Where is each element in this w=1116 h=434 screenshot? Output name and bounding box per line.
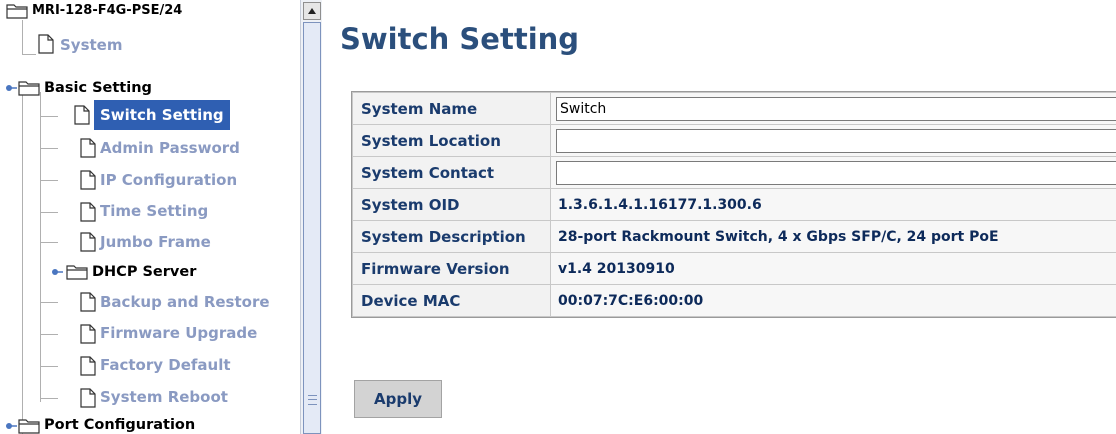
field-value-cell — [550, 124, 1116, 157]
tree-line — [40, 398, 58, 399]
collapsed-toggle-icon[interactable] — [4, 420, 18, 432]
page-icon — [80, 292, 96, 312]
table-row: Device MAC 00:07:7C:E6:00:00 — [352, 284, 1116, 317]
page-icon — [80, 324, 96, 344]
folder-icon — [6, 4, 28, 19]
tree-line — [40, 92, 41, 402]
scroll-up-button[interactable] — [303, 2, 321, 20]
tree-line — [40, 180, 58, 181]
expanded-toggle-icon[interactable] — [4, 82, 18, 94]
tree-line — [22, 20, 23, 54]
field-label: Device MAC — [352, 284, 551, 317]
tree-item-label: Switch Setting — [94, 100, 230, 130]
tree-line — [40, 148, 58, 149]
folder-icon — [18, 81, 40, 96]
system-oid-value: 1.3.6.1.4.1.16177.1.300.6 — [550, 188, 1116, 221]
system-name-input[interactable] — [556, 96, 1116, 121]
apply-button[interactable]: Apply — [354, 380, 442, 418]
tree-item-label: Admin Password — [100, 139, 240, 157]
tree-item-label: System — [60, 36, 123, 54]
page-icon — [80, 356, 96, 376]
field-label: Firmware Version — [352, 252, 551, 285]
table-row: System Location — [352, 124, 1116, 157]
collapsed-toggle-icon[interactable] — [50, 266, 64, 278]
field-value-cell — [550, 156, 1116, 189]
system-description-value: 28-port Rackmount Switch, 4 x Gbps SFP/C… — [550, 220, 1116, 253]
field-label: System Contact — [352, 156, 551, 189]
tree-root-label: MRI-128-F4G-PSE/24 — [32, 3, 183, 18]
system-contact-input[interactable] — [556, 160, 1116, 185]
tree-line — [40, 302, 58, 303]
tree-line — [40, 366, 58, 367]
tree-item-label: Backup and Restore — [100, 293, 270, 311]
table-row: System Description 28-port Rackmount Swi… — [352, 220, 1116, 253]
page-title: Switch Setting — [340, 22, 580, 56]
field-label: System Location — [352, 124, 551, 157]
field-label: System OID — [352, 188, 551, 221]
page-icon — [74, 105, 90, 125]
page-icon — [80, 202, 96, 222]
tree-line — [40, 242, 58, 243]
tree-folder-label: Basic Setting — [44, 80, 152, 96]
table-row: System Name — [352, 92, 1116, 125]
scroll-thumb[interactable] — [303, 22, 321, 434]
field-value-cell — [550, 92, 1116, 125]
tree-line — [22, 54, 36, 55]
page-icon — [80, 170, 96, 190]
field-label: System Name — [352, 92, 551, 125]
folder-icon — [18, 419, 40, 434]
tree-item-label: System Reboot — [100, 388, 228, 406]
tree-line — [40, 212, 58, 213]
grip-icon — [308, 395, 317, 405]
table-row: System Contact — [352, 156, 1116, 189]
page-icon — [80, 388, 96, 408]
field-label: System Description — [352, 220, 551, 253]
firmware-version-value: v1.4 20130910 — [550, 252, 1116, 285]
tree-line — [40, 116, 58, 117]
tree-folder-label: Port Configuration — [44, 417, 196, 433]
folder-icon — [66, 265, 88, 280]
navigation-tree: MRI-128-F4G-PSE/24 System Basic Setting … — [0, 0, 322, 434]
system-location-input[interactable] — [556, 128, 1116, 153]
page-icon — [38, 34, 54, 54]
tree-item-label: Factory Default — [100, 356, 231, 374]
tree-item-label: Jumbo Frame — [100, 233, 211, 251]
table-row: Firmware Version v1.4 20130910 — [352, 252, 1116, 285]
settings-table: System Name System Location System Conta… — [351, 91, 1116, 318]
tree-item-label: IP Configuration — [100, 171, 238, 189]
page-icon — [80, 232, 96, 252]
tree-line — [40, 334, 58, 335]
tree-item-label: Time Setting — [100, 202, 209, 220]
device-mac-value: 00:07:7C:E6:00:00 — [550, 284, 1116, 317]
tree-line — [22, 92, 23, 434]
sidebar-scrollbar[interactable] — [300, 0, 322, 434]
tree-item-label: Firmware Upgrade — [100, 324, 258, 342]
tree-folder-label: DHCP Server — [92, 264, 197, 280]
table-row: System OID 1.3.6.1.4.1.16177.1.300.6 — [352, 188, 1116, 221]
page-icon — [80, 138, 96, 158]
